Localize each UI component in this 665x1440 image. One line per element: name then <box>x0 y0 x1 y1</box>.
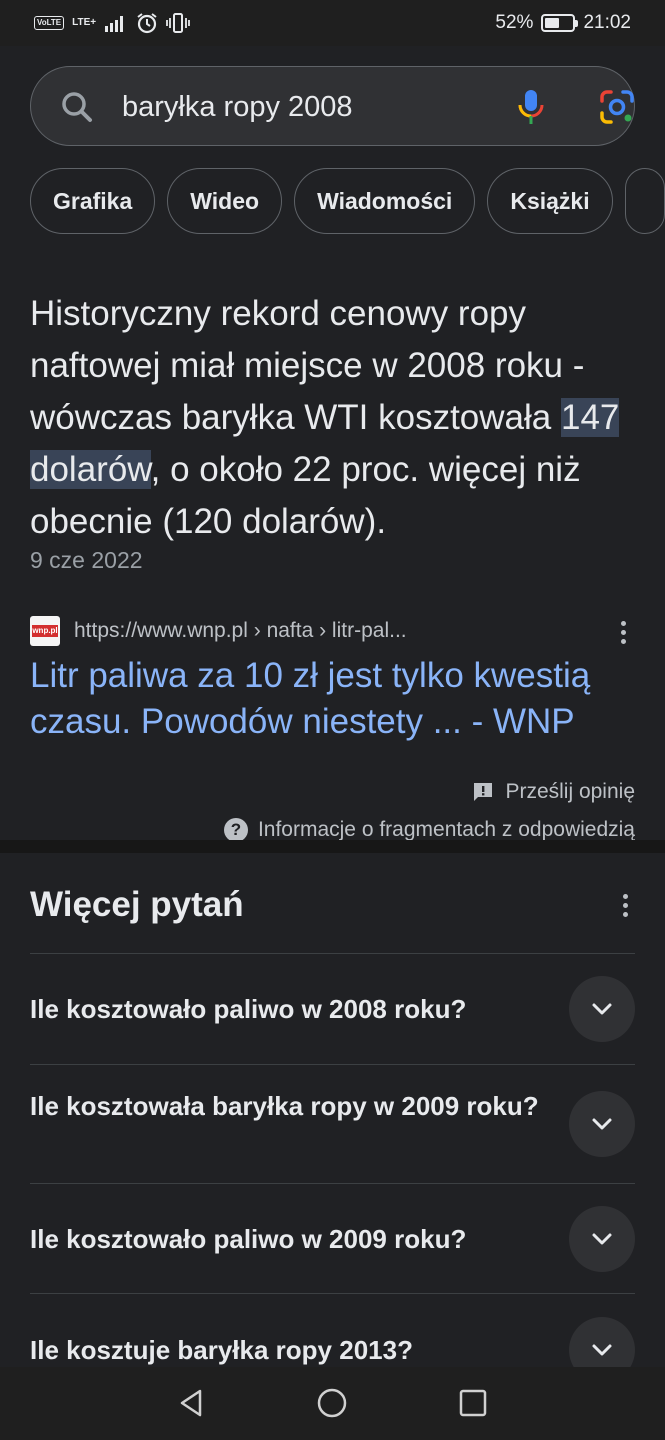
recents-icon[interactable] <box>455 1385 491 1421</box>
snippet-info-link[interactable]: ? Informacje o fragmentach z odpowiedzią <box>223 818 635 840</box>
result-title-link[interactable]: Litr paliwa za 10 zł jest tylko kwestią … <box>30 653 640 745</box>
paa-title: Więcej pytań <box>30 885 244 924</box>
home-icon[interactable] <box>314 1385 350 1421</box>
search-input[interactable]: baryłka ropy 2008 <box>122 91 353 124</box>
feedback-button[interactable]: Prześlij opinię <box>471 780 635 804</box>
expand-chevron-icon[interactable] <box>569 1091 635 1157</box>
feedback-icon <box>474 783 493 801</box>
chip-wiadomosci[interactable]: Wiadomości <box>294 168 476 234</box>
battery-level <box>545 18 559 28</box>
snippet-date: 9 cze 2022 <box>30 547 143 573</box>
battery-percent: 52% <box>495 12 534 33</box>
people-also-ask: Więcej pytań Ile kosztowało paliwo w 200… <box>0 853 665 1367</box>
expand-chevron-icon[interactable] <box>569 1206 635 1272</box>
paa-question[interactable]: Ile kosztuje baryłka ropy 2013? <box>30 1293 635 1367</box>
paa-question-text: Ile kosztuje baryłka ropy 2013? <box>30 1335 413 1365</box>
system-navigation-bar <box>0 1367 665 1440</box>
expand-chevron-icon[interactable] <box>569 1317 635 1367</box>
status-left: VoLTE LTE+ <box>34 12 191 34</box>
site-favicon: wnp.pl <box>30 616 60 646</box>
info-label: Informacje o fragmentach z odpowiedzią <box>257 818 635 840</box>
featured-snippet: Historyczny rekord cenowy ropy naftowej … <box>0 255 665 840</box>
paa-question[interactable]: Ile kosztowało paliwo w 2008 roku? <box>30 953 635 1063</box>
alarm-icon <box>137 13 157 34</box>
search-bar[interactable]: baryłka ropy 2008 <box>30 66 635 146</box>
chip-grafika[interactable]: Grafika <box>30 168 156 234</box>
back-icon[interactable] <box>174 1385 210 1421</box>
feedback-label: Prześlij opinię <box>505 780 635 803</box>
snippet-answer: Historyczny rekord cenowy ropy naftowej … <box>30 288 640 548</box>
chip-ksiazki[interactable]: Książki <box>487 168 613 234</box>
vibrate-icon <box>166 13 191 33</box>
paa-question[interactable]: Ile kosztowało paliwo w 2009 roku? <box>30 1183 635 1293</box>
status-right: 52% 21:02 <box>495 12 631 34</box>
mic-icon[interactable] <box>513 87 549 127</box>
paa-question[interactable]: Ile kosztowała baryłka ropy w 2009 roku? <box>30 1064 635 1182</box>
signal-icon <box>105 16 124 32</box>
network-type: LTE+ <box>72 17 97 28</box>
volte-indicator: VoLTE <box>34 16 65 30</box>
source-url[interactable]: https://www.wnp.pl › nafta › litr-pal... <box>74 619 407 643</box>
paa-question-text: Ile kosztowała baryłka ropy w 2009 roku? <box>30 1091 539 1121</box>
search-header: baryłka ropy 2008 Grafika Wideo Wiadomoś… <box>0 46 665 301</box>
paa-more-options-icon[interactable] <box>617 890 633 920</box>
favicon-logo: wnp.pl <box>32 625 58 637</box>
source-row[interactable]: wnp.pl https://www.wnp.pl › nafta › litr… <box>30 615 635 647</box>
paa-question-text: Ile kosztowało paliwo w 2009 roku? <box>30 1224 467 1254</box>
battery-icon <box>541 14 579 32</box>
google-lens-icon[interactable] <box>597 87 637 127</box>
expand-chevron-icon[interactable] <box>569 976 635 1042</box>
status-bar: VoLTE LTE+ 52% 21:02 <box>0 0 665 46</box>
search-filter-chips: Grafika Wideo Wiadomości Książki <box>30 168 665 234</box>
chip-wideo[interactable]: Wideo <box>167 168 283 234</box>
snippet-answer-text: Historyczny rekord cenowy ropy naftowej … <box>30 294 585 437</box>
chip-overflow[interactable] <box>624 168 665 234</box>
search-icon[interactable] <box>57 87 97 127</box>
more-options-icon[interactable] <box>615 617 631 647</box>
section-separator <box>0 840 665 853</box>
paa-question-text: Ile kosztowało paliwo w 2008 roku? <box>30 994 467 1024</box>
clock: 21:02 <box>583 12 631 33</box>
help-icon: ? <box>223 818 248 840</box>
